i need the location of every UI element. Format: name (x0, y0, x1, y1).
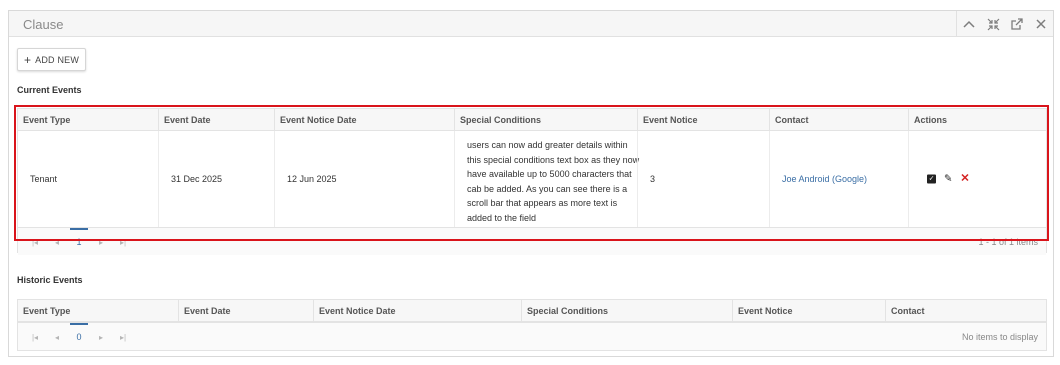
current-events-title: Current Events (17, 85, 82, 95)
column-header-event-date[interactable]: Event Date (158, 109, 274, 131)
delete-icon[interactable]: ✕ (960, 173, 969, 185)
column-header-contact[interactable]: Contact (885, 300, 1046, 322)
current-events-pager: |◂ ◂ 1 ▸ ▸| 1 - 1 of 1 items (18, 227, 1046, 255)
historic-events-title: Historic Events (17, 275, 83, 285)
pager-buttons: |◂ ◂ 1 ▸ ▸| (24, 228, 134, 256)
add-new-button[interactable]: + ADD NEW (17, 48, 86, 71)
column-header-contact[interactable]: Contact (769, 109, 908, 131)
column-header-event-notice[interactable]: Event Notice (732, 300, 885, 322)
contact-link[interactable]: Joe Android (Google) (782, 174, 867, 184)
historic-events-header: Event Type Event Date Event Notice Date … (18, 300, 1046, 322)
column-header-event-notice-date[interactable]: Event Notice Date (313, 300, 521, 322)
historic-events-pager: |◂ ◂ 0 ▸ ▸| No items to display (18, 322, 1046, 350)
prev-page-icon[interactable]: ◂ (46, 238, 68, 247)
column-header-event-date[interactable]: Event Date (178, 300, 313, 322)
column-header-actions: Actions (908, 109, 1046, 131)
checkbox-icon[interactable]: ✓ (927, 174, 936, 184)
column-header-event-notice-date[interactable]: Event Notice Date (274, 109, 454, 131)
plus-icon: + (23, 52, 32, 67)
current-events-grid: Event Type Event Date Event Notice Date … (17, 108, 1047, 255)
column-header-special-conditions[interactable]: Special Conditions (454, 109, 637, 131)
panel-header: Clause (9, 11, 1053, 37)
pencil-icon[interactable]: ✎ (944, 174, 952, 184)
historic-events-grid: Event Type Event Date Event Notice Date … (17, 299, 1047, 351)
close-icon[interactable] (1029, 11, 1053, 37)
add-new-label: ADD NEW (35, 54, 80, 65)
row-actions: ✓ ✎ ✕ (927, 173, 970, 185)
panel-title: Clause (23, 17, 64, 32)
first-page-icon[interactable]: |◂ (24, 333, 46, 342)
collapse-icon[interactable] (981, 11, 1005, 37)
chevron-up-icon[interactable] (957, 11, 981, 37)
prev-page-icon[interactable]: ◂ (46, 333, 68, 342)
event-type-cell: Tenant (30, 174, 58, 184)
table-row[interactable]: Tenant 31 Dec 2025 12 Jun 2025 users can… (18, 131, 1046, 227)
pager-buttons: |◂ ◂ 0 ▸ ▸| (24, 323, 134, 351)
page-number[interactable]: 1 (68, 228, 90, 256)
current-events-header: Event Type Event Date Event Notice Date … (18, 109, 1046, 131)
first-page-icon[interactable]: |◂ (24, 238, 46, 247)
next-page-icon[interactable]: ▸ (90, 238, 112, 247)
column-header-special-conditions[interactable]: Special Conditions (521, 300, 732, 322)
next-page-icon[interactable]: ▸ (90, 333, 112, 342)
column-header-event-type[interactable]: Event Type (18, 109, 158, 131)
last-page-icon[interactable]: ▸| (112, 333, 134, 342)
pager-info: 1 - 1 of 1 items (978, 237, 1038, 247)
popout-icon[interactable] (1005, 11, 1029, 37)
event-notice-date-cell: 12 Jun 2025 (287, 174, 337, 184)
special-conditions-cell: users can now add greater details within… (467, 140, 640, 223)
pager-info: No items to display (961, 332, 1038, 342)
event-date-cell: 31 Dec 2025 (171, 174, 223, 184)
column-header-event-type[interactable]: Event Type (18, 300, 178, 322)
header-icons (957, 11, 1053, 37)
event-notice-cell: 3 (650, 174, 656, 184)
page-number[interactable]: 0 (68, 323, 90, 351)
clause-panel: Clause + ADD NEW Current Events Event Ty… (8, 10, 1054, 357)
column-header-event-notice[interactable]: Event Notice (637, 109, 769, 131)
last-page-icon[interactable]: ▸| (112, 238, 134, 247)
